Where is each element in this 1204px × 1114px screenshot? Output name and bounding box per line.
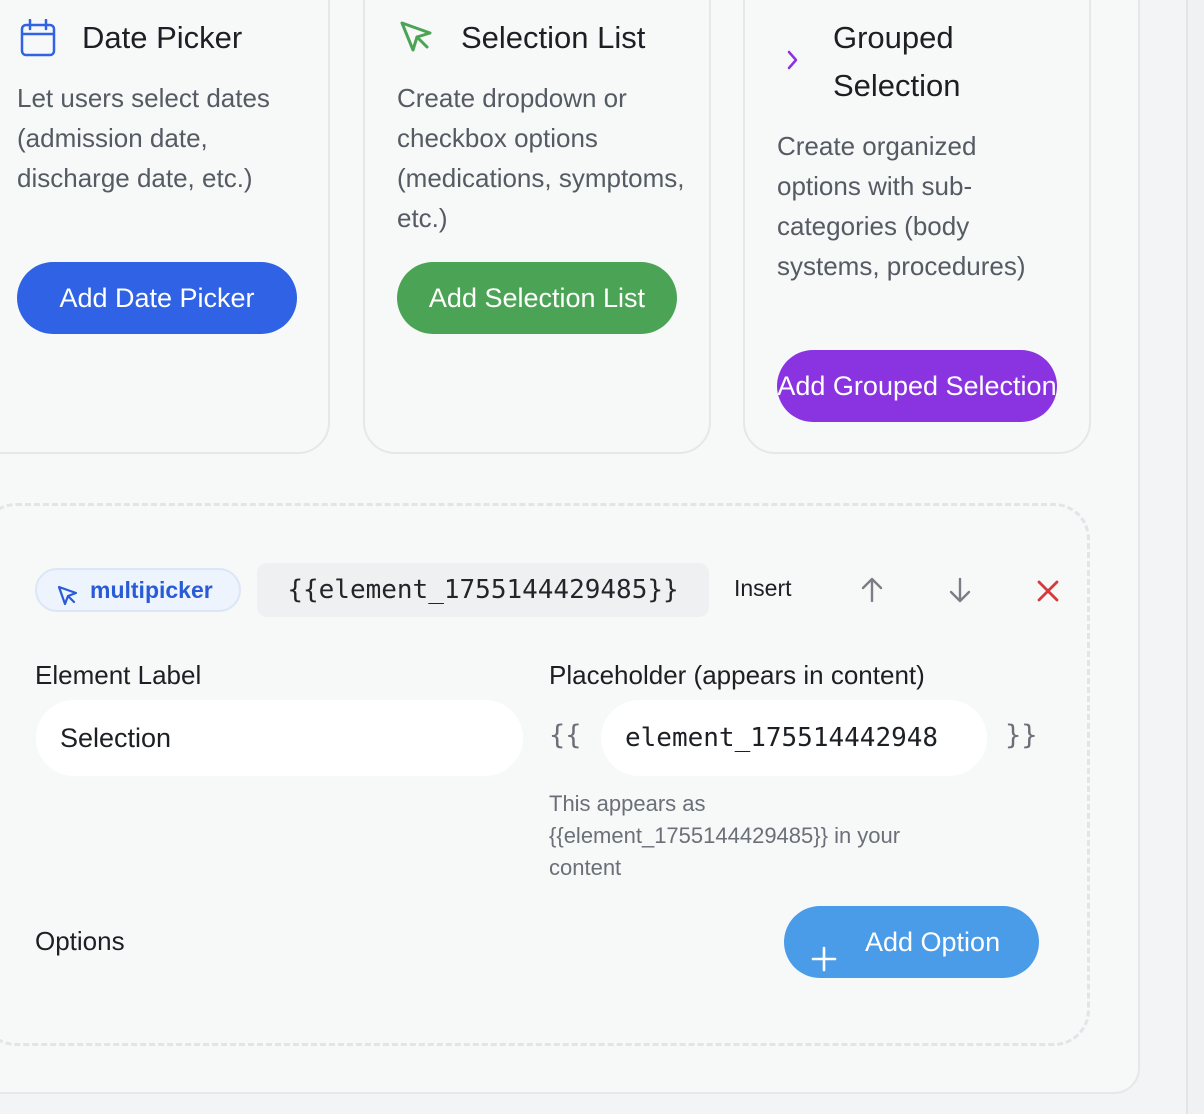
open-brace: {{ <box>549 720 582 751</box>
card-title: Date Picker <box>82 20 243 55</box>
element-label-input[interactable] <box>36 700 523 776</box>
add-grouped-selection-button[interactable]: Add Grouped Selection <box>777 350 1057 422</box>
arrow-up-icon[interactable] <box>858 576 886 609</box>
grouped-selection-card: Grouped Selection Create organized optio… <box>743 0 1091 454</box>
placeholder-code: {{element_1755144429485}} <box>257 563 709 617</box>
arrow-down-icon[interactable] <box>946 576 974 609</box>
chevron-right-icon <box>785 48 801 77</box>
placeholder-heading: Placeholder (appears in content) <box>549 660 925 690</box>
date-picker-card: Date Picker Let users select dates (admi… <box>0 0 330 454</box>
button-label: Add Grouped Selection <box>777 371 1057 401</box>
card-description: Create dropdown or checkbox options (med… <box>397 83 685 233</box>
add-option-label: Add Option <box>865 927 1001 957</box>
insert-button[interactable]: Insert <box>734 575 792 602</box>
placeholder-hint: This appears as {{element_1755144429485}… <box>549 791 901 880</box>
add-date-picker-button[interactable]: Add Date Picker <box>17 262 297 334</box>
calendar-icon <box>20 18 56 62</box>
add-option-button[interactable]: Add Option <box>784 906 1039 978</box>
close-brace: }} <box>1005 720 1038 751</box>
add-selection-list-button[interactable]: Add Selection List <box>397 262 677 334</box>
element-label-heading: Element Label <box>35 660 202 690</box>
cursor-arrow-icon <box>399 20 435 59</box>
element-type-badge: multipicker <box>35 568 241 612</box>
card-title: Selection List <box>461 20 646 55</box>
plus-icon <box>810 928 838 1000</box>
card-description: Create organized options with sub-catego… <box>777 131 1026 281</box>
scrollbar-track[interactable] <box>1186 0 1204 1114</box>
card-title: Grouped Selection <box>833 20 961 103</box>
options-heading: Options <box>35 926 125 956</box>
selection-list-card: Selection List Create dropdown or checkb… <box>363 0 711 454</box>
cursor-arrow-icon <box>57 579 79 619</box>
card-description: Let users select dates (admission date, … <box>17 83 270 193</box>
close-icon[interactable] <box>1035 578 1061 609</box>
placeholder-input[interactable] <box>601 700 987 776</box>
element-type-label: multipicker <box>90 577 213 603</box>
